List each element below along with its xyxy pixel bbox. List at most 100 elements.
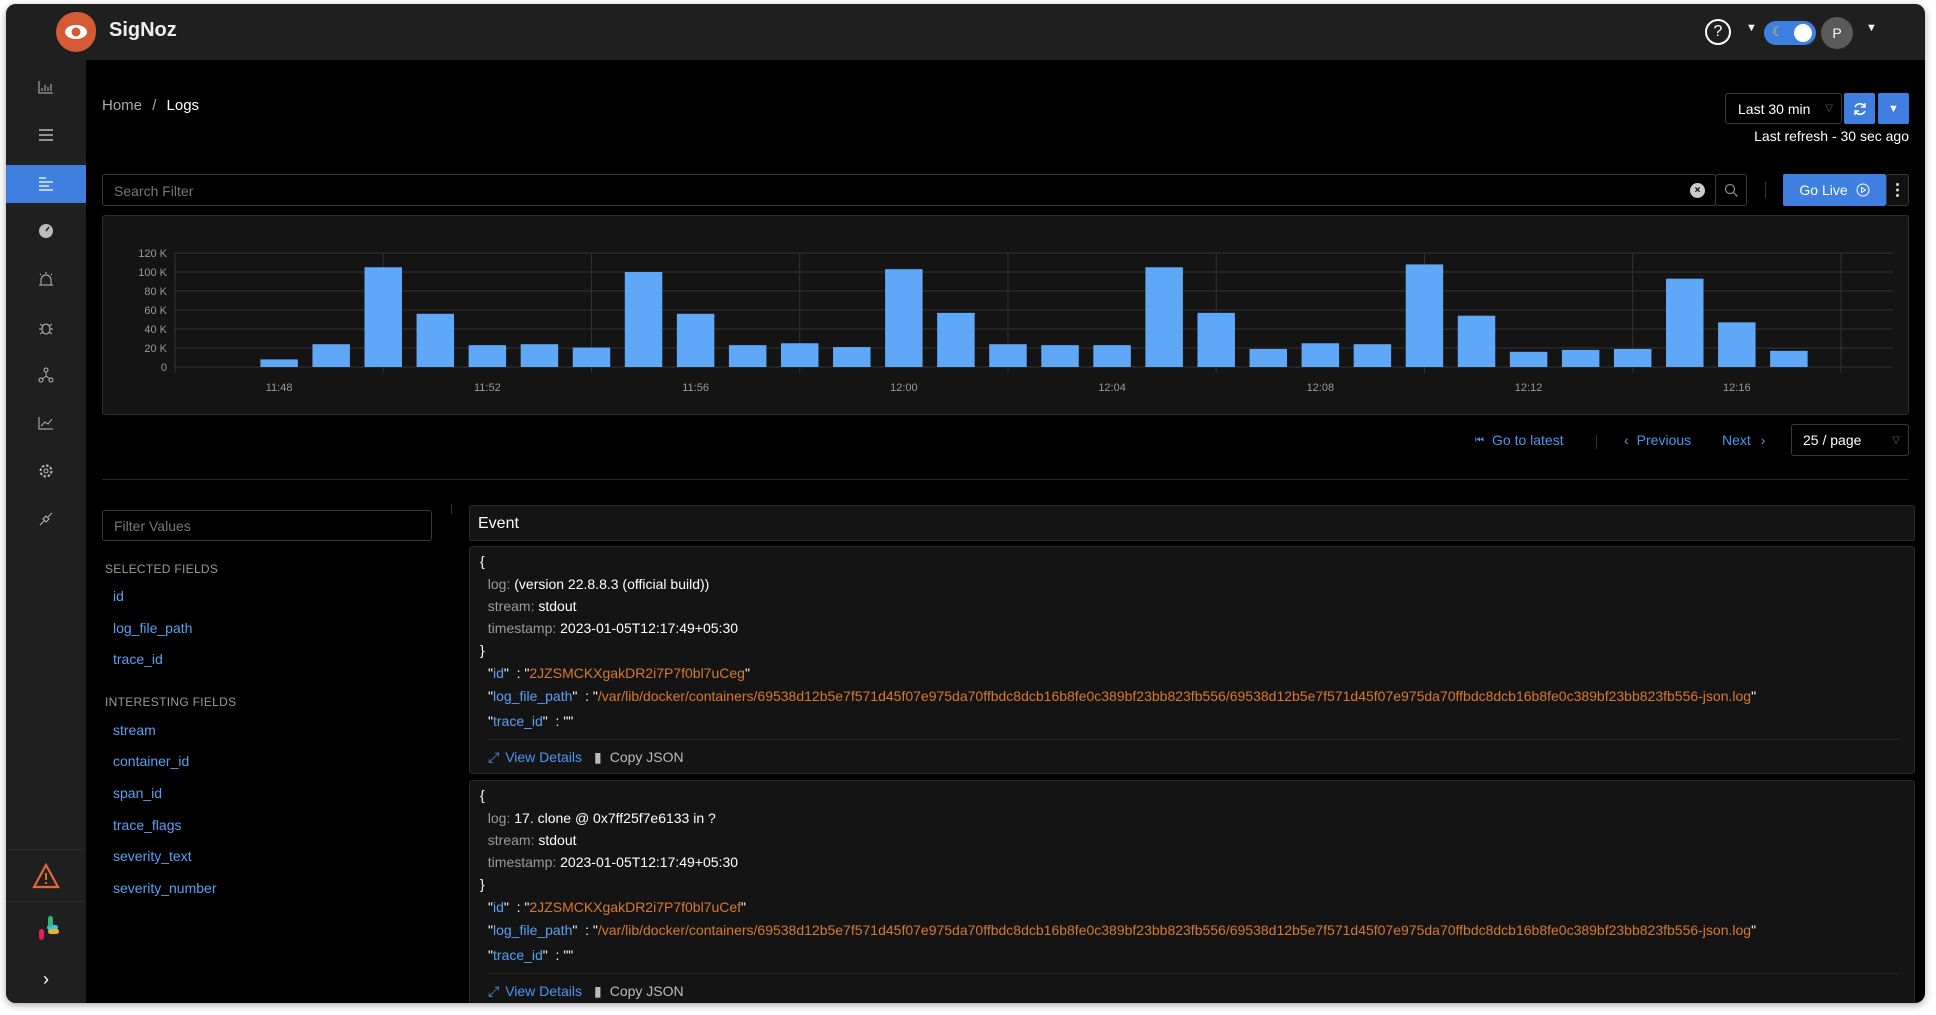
copy-icon: ▮: [593, 749, 602, 765]
sidebar-item-get-started[interactable]: [6, 500, 86, 538]
histogram-bar: [260, 359, 298, 367]
go-live-button[interactable]: Go Live: [1783, 174, 1886, 206]
close-brace: }: [480, 876, 485, 892]
page-size-select[interactable]: 25 / page ▽: [1791, 424, 1909, 456]
chevron-left-icon: ‹: [1624, 432, 1629, 448]
next-page-button[interactable]: Next ›: [1722, 432, 1765, 448]
interesting-fields-header: INTERESTING FIELDS: [105, 695, 237, 709]
y-tick-label: 40 K: [144, 324, 167, 336]
avatar[interactable]: P: [1821, 17, 1853, 49]
y-tick-label: 80 K: [144, 286, 167, 298]
x-tick-label: 12:08: [1307, 382, 1335, 394]
logs-histogram-chart: 0 20 K 40 K 60 K 80 K 100 K 120 K 11:48 11:52 11:…: [138, 248, 1893, 394]
histogram-bar: [364, 267, 402, 367]
interesting-field[interactable]: severity_text: [113, 848, 192, 864]
histogram-bar: [1249, 348, 1288, 367]
histogram-bar: [520, 344, 559, 367]
x-tick-label: 12:00: [890, 382, 918, 394]
copy-json-label: Copy JSON: [609, 983, 684, 999]
sidebar-item-alerts[interactable]: [6, 260, 86, 298]
sidebar-collapse-chevron-icon[interactable]: ›: [6, 960, 86, 998]
time-range-value: Last 30 min: [1738, 100, 1811, 117]
previous-page-button[interactable]: ‹ Previous: [1624, 432, 1691, 448]
sidebar-item-warning[interactable]: [6, 849, 86, 901]
breadcrumb-home[interactable]: Home: [102, 97, 142, 114]
panel-resizer[interactable]: [451, 504, 452, 514]
y-tick-label: 60 K: [144, 305, 167, 317]
divider: [102, 479, 1909, 480]
refresh-icon: [1853, 102, 1866, 115]
divider: [1596, 435, 1597, 449]
log-value: 17. clone @ 0x7ff25f7e6133 in ?: [514, 810, 716, 826]
bug-icon: [39, 323, 53, 335]
y-tick-label: 20 K: [144, 343, 167, 355]
view-details-label: View Details: [505, 749, 582, 765]
sidebar: ›: [6, 60, 86, 1003]
chevron-right-icon: ›: [1760, 432, 1766, 448]
sidebar-item-services[interactable]: [6, 68, 86, 106]
histogram-bar: [989, 344, 1027, 367]
bar-chart-icon: [38, 81, 53, 94]
copy-json-button[interactable]: ▮ Copy JSON: [594, 749, 684, 766]
sidebar-item-service-map[interactable]: [6, 356, 86, 394]
interesting-field[interactable]: trace_flags: [113, 817, 181, 833]
copy-json-button[interactable]: ▮ Copy JSON: [594, 983, 684, 1000]
trace-id-attribute: "trace_id" : "": [488, 947, 574, 963]
histogram-bar: [1561, 349, 1600, 367]
refresh-button[interactable]: [1844, 93, 1875, 124]
log-key: log: [487, 576, 507, 592]
search-placeholder: Search Filter: [114, 183, 194, 199]
stream-line: stream: stdout: [487, 598, 577, 614]
go-to-latest-button[interactable]: ⏮ Go to latest: [1475, 432, 1564, 448]
interesting-field[interactable]: container_id: [113, 753, 189, 769]
interesting-field[interactable]: span_id: [113, 785, 162, 801]
service-map-icon: [38, 367, 54, 383]
breadcrumb-current: Logs: [166, 97, 200, 114]
help-caret-icon[interactable]: ▼: [1746, 22, 1757, 34]
slack-icon: [39, 915, 59, 940]
sidebar-item-exceptions[interactable]: [6, 309, 86, 347]
theme-toggle[interactable]: ☾: [1764, 21, 1816, 45]
log-file-path-attribute: "log_file_path" : "/var/lib/docker/conta…: [488, 688, 1757, 704]
selected-field[interactable]: trace_id: [113, 651, 163, 667]
sidebar-item-slack[interactable]: [6, 901, 86, 953]
clear-search-icon[interactable]: ×: [1690, 183, 1705, 198]
help-icon[interactable]: ?: [1705, 19, 1731, 45]
more-options-button[interactable]: ⋮: [1886, 174, 1909, 206]
plug-icon: [39, 512, 53, 526]
trace-id-attribute: "trace_id" : "": [488, 713, 574, 729]
skip-back-icon: ⏮: [1475, 434, 1484, 446]
view-details-button[interactable]: ⤢ View Details: [488, 749, 582, 766]
previous-label: Previous: [1636, 432, 1692, 448]
refresh-interval-dropdown[interactable]: ▼: [1878, 93, 1909, 124]
sidebar-item-logs[interactable]: [6, 165, 86, 203]
histogram-bar: [780, 343, 819, 367]
stream-value: stdout: [538, 598, 577, 614]
selected-field[interactable]: id: [113, 588, 124, 604]
open-brace: {: [480, 787, 485, 803]
histogram-bar: [728, 345, 767, 367]
signoz-logo[interactable]: [56, 12, 96, 52]
x-tick-label: 12:12: [1515, 382, 1543, 394]
view-details-button[interactable]: ⤢ View Details: [488, 983, 582, 1000]
interesting-field[interactable]: severity_number: [113, 880, 217, 896]
time-range-select[interactable]: Last 30 min ▽: [1725, 93, 1842, 124]
avatar-caret-icon[interactable]: ▼: [1866, 22, 1877, 34]
selected-field[interactable]: log_file_path: [113, 620, 192, 636]
alarm-icon: [39, 272, 53, 286]
search-button[interactable]: [1715, 174, 1747, 206]
sidebar-item-settings[interactable]: [6, 452, 86, 490]
interesting-field[interactable]: stream: [113, 722, 156, 738]
sidebar-item-traces[interactable]: [6, 116, 86, 154]
histogram-bar: [1197, 312, 1235, 367]
gear-icon: [39, 464, 53, 478]
sidebar-item-dashboards[interactable]: [6, 212, 86, 250]
sidebar-item-usage[interactable]: [6, 404, 86, 442]
search-filter-input[interactable]: Search Filter ×: [102, 174, 1716, 206]
go-live-label: Go Live: [1799, 182, 1848, 198]
filter-values-input[interactable]: Filter Values: [102, 510, 432, 541]
x-tick-label: 11:52: [474, 382, 501, 394]
chevron-down-icon: ▽: [1825, 103, 1833, 114]
histogram-bar: [1666, 278, 1704, 367]
line-chart-icon: [38, 417, 53, 430]
